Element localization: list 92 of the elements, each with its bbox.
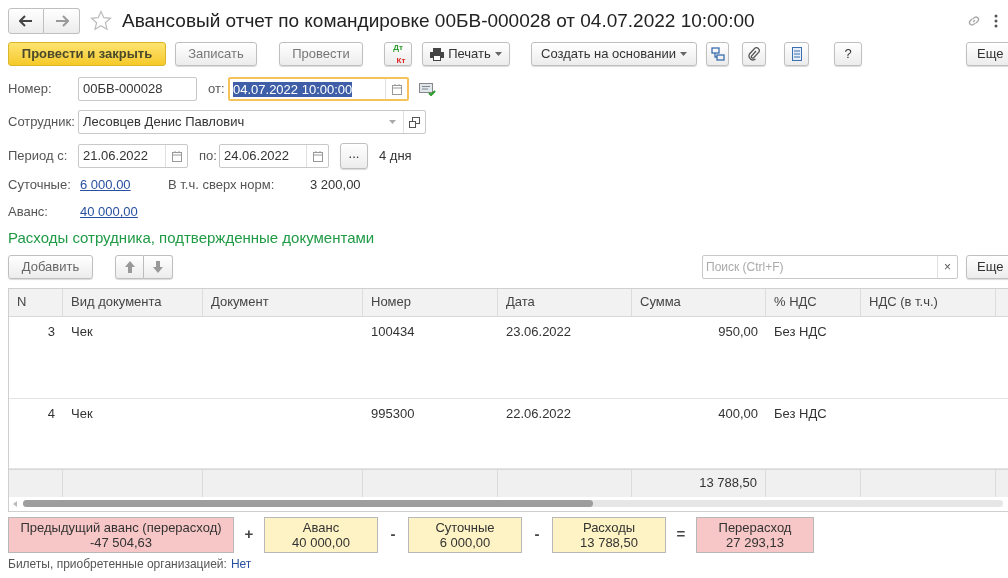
operator-sign: + — [243, 524, 255, 545]
more-button[interactable]: Еще — [966, 255, 1008, 279]
field-label: Билеты, приобретенные организацией: — [8, 556, 227, 571]
help-button[interactable]: ? — [834, 42, 862, 66]
table-cell-text: Без НДС — [773, 404, 828, 423]
summary-box: Предыдущий аванс (перерасход) -47 504,63 — [8, 516, 234, 553]
summary-box: Суточные 6 000,00 — [408, 516, 522, 553]
column-header[interactable]: Документ — [203, 288, 363, 316]
search-field[interactable]: Поиск (Ctrl+F) × — [702, 255, 958, 279]
back-arrow-icon — [19, 15, 33, 27]
move-down-button[interactable] — [144, 255, 173, 279]
create-based-on-button[interactable]: Создать на основании — [531, 42, 697, 66]
up-arrow-icon — [124, 261, 135, 273]
total-cell: 13 788,50 — [632, 469, 766, 497]
add-button[interactable]: Добавить — [8, 255, 93, 279]
period-select-button[interactable]: ... — [340, 143, 368, 169]
table-cell-text: 100434 — [370, 322, 416, 341]
field-label: Номер: — [8, 80, 53, 99]
table-cell-text: 400,00 — [717, 404, 759, 423]
table-cell-text: Без НДС — [773, 322, 828, 341]
field-label: Период с: — [8, 147, 69, 166]
report-button[interactable] — [784, 42, 809, 66]
summary-box: Аванс 40 000,00 — [264, 516, 378, 553]
summary-box: Перерасход 27 293,13 — [696, 516, 814, 553]
employee-field[interactable]: Лесовцев Денис Павлович — [78, 110, 426, 134]
table-cell-text: 3 — [46, 322, 56, 341]
column-header[interactable]: Дата — [498, 288, 632, 316]
table-cell-text: 4 — [46, 404, 56, 423]
link-icon[interactable] — [966, 13, 982, 29]
column-header[interactable]: Сумма — [632, 288, 766, 316]
table-cell-text: 950,00 — [717, 322, 759, 341]
star-icon[interactable] — [90, 10, 112, 32]
column-header[interactable]: % НДС — [766, 288, 861, 316]
per-diem-link[interactable]: 6 000,00 — [80, 175, 168, 195]
column-header[interactable]: Номер — [363, 288, 498, 316]
debit-credit-button[interactable]: Дт Кт — [384, 42, 412, 66]
approved-document-icon[interactable] — [419, 82, 436, 96]
calendar-icon[interactable] — [391, 83, 402, 95]
calendar-icon[interactable] — [312, 150, 323, 162]
section-title: Расходы сотрудника, подтвержденные документами — [8, 228, 376, 248]
down-arrow-icon — [153, 261, 163, 273]
window-title: Авансовый отчет по командировке 00БВ-000028 от 04.07.2022 10:00:00 — [122, 8, 755, 33]
date-field[interactable]: 04.07.2022 10:00:00 — [228, 77, 409, 101]
document-icon — [791, 47, 802, 61]
attach-button[interactable] — [742, 42, 766, 66]
table-cell-text: Чек — [70, 322, 94, 341]
operator-sign: = — [675, 524, 687, 545]
field-label: В т.ч. сверх норм: — [168, 176, 276, 195]
summary-box: Расходы 13 788,50 — [552, 516, 666, 553]
column-header[interactable]: НДС (в т.ч.) — [861, 288, 996, 316]
toolbar-button[interactable]: Провести — [279, 42, 363, 66]
dropdown-caret-icon[interactable] — [388, 120, 396, 124]
over-norm-value: 3 200,00 — [310, 176, 361, 195]
calendar-icon[interactable] — [171, 150, 182, 162]
advance-link[interactable]: 40 000,00 — [80, 202, 138, 222]
open-window-icon[interactable] — [409, 116, 420, 128]
structure-button[interactable] — [706, 42, 729, 66]
tickets-link[interactable]: Нет — [230, 556, 252, 571]
data-table[interactable]: N Вид документа Документ Номер Дата Сумма % НДС НДС (в т.ч.) 3 Чек 100434 23.06.2022 950,00 Без НДС 4 Чек 995300 22.06.2022 400,00 Без НДС 13 788,50 — [8, 287, 1008, 512]
column-header[interactable]: N — [9, 288, 63, 316]
field-label: от: — [208, 80, 226, 99]
toolbar-button[interactable]: Записать — [175, 42, 257, 66]
more-icon[interactable] — [994, 14, 998, 28]
back-button[interactable] — [8, 8, 44, 34]
scroll-left-icon[interactable] — [13, 500, 17, 507]
table-cell-text: 995300 — [370, 404, 416, 423]
scrollbar-thumb[interactable] — [23, 500, 593, 507]
table-cell-text: 23.06.2022 — [505, 322, 573, 341]
caret-icon — [494, 52, 502, 56]
clear-search-button[interactable]: × — [937, 256, 957, 278]
move-up-button[interactable] — [115, 255, 144, 279]
column-header[interactable]: Вид документа — [63, 288, 203, 316]
field-label: Сотрудник: — [8, 113, 76, 132]
days-count: 4 дня — [379, 147, 412, 166]
field-label: Суточные: — [8, 176, 72, 195]
number-field[interactable]: 00БВ-000028 — [78, 77, 197, 101]
forward-arrow-icon — [54, 15, 69, 27]
print-button[interactable]: Печать — [422, 42, 510, 66]
operator-sign: - — [533, 524, 541, 545]
table-cell-text: Чек — [70, 404, 94, 423]
paperclip-icon — [748, 47, 760, 61]
field-label: Аванс: — [8, 203, 49, 222]
more-button[interactable]: Еще — [966, 42, 1008, 66]
printer-icon — [430, 47, 445, 61]
operator-sign: - — [389, 524, 397, 545]
post-and-close-button[interactable]: Провести и закрыть — [8, 42, 166, 66]
date-field[interactable]: 24.06.2022 — [219, 144, 329, 168]
hierarchy-icon — [710, 47, 725, 61]
table-cell-text: 22.06.2022 — [505, 404, 573, 423]
field-label: по: — [199, 147, 218, 166]
caret-icon — [679, 52, 687, 56]
date-field[interactable]: 21.06.2022 — [78, 144, 188, 168]
